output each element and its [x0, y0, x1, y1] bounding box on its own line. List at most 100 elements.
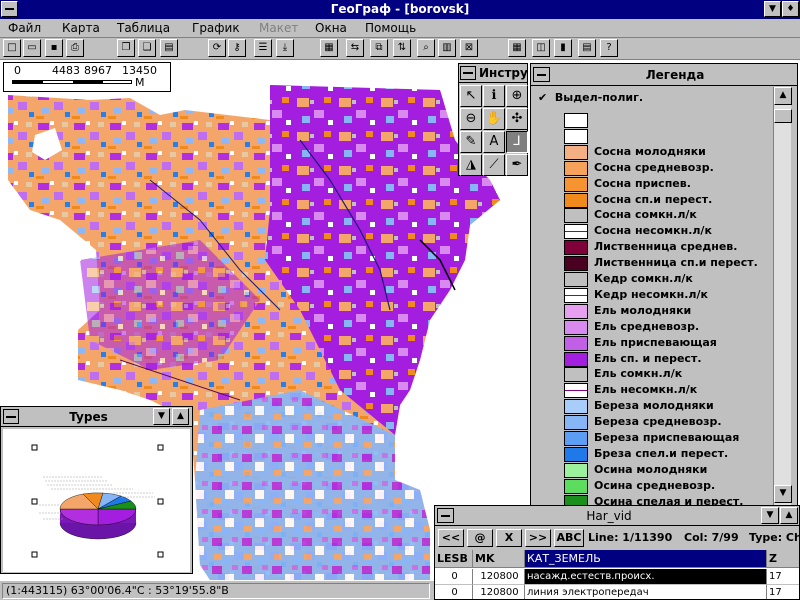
table-cell[interactable]: 120800 [473, 585, 525, 599]
delete-record-button[interactable]: X [496, 529, 522, 547]
menu-item-1[interactable]: Карта [62, 21, 100, 35]
legend-item[interactable]: Ель молодняки [564, 303, 769, 319]
palette-menu-icon[interactable] [460, 66, 476, 80]
types-maximize-button[interactable]: ▲ [172, 408, 189, 425]
bar-chart-icon[interactable]: ▮ [554, 39, 572, 57]
legend-item[interactable]: Ель приспевающая [564, 335, 769, 351]
print-icon[interactable]: ⎙ [66, 39, 84, 57]
merge-icon[interactable]: ⧉ [370, 39, 388, 57]
menu-item-0[interactable]: Файл [8, 21, 41, 35]
pie-chart-graphic[interactable] [3, 429, 190, 572]
menu-item-3[interactable]: График [192, 21, 240, 35]
minimize-button[interactable]: ▼ [764, 1, 781, 17]
text-mode-button[interactable]: ABC [554, 529, 584, 547]
legend-layer-header[interactable]: ✔ Выдел-полиг. [538, 91, 643, 104]
column-header[interactable]: КАТ_ЗЕМЕЛЬ [525, 550, 767, 568]
legend-scrollbar[interactable]: ▲ ▼ [773, 87, 792, 505]
column-header[interactable]: Z [767, 550, 799, 568]
table-cell[interactable]: 120800 [473, 569, 525, 585]
relation-icon[interactable]: ⇆ [346, 39, 364, 57]
measure-tool[interactable]: ⟋ [483, 154, 505, 176]
text-tool[interactable]: A [483, 131, 505, 153]
instruments-caption[interactable]: Инстру [459, 64, 528, 83]
table-delete-icon[interactable]: ⊠ [460, 39, 478, 57]
legend-item[interactable]: Сосна несомкн.л/к [564, 224, 769, 240]
legend-caption[interactable]: Легенда [531, 64, 797, 86]
legend-item[interactable]: Береза средневозр. [564, 415, 769, 431]
paste-icon[interactable]: ❏ [138, 39, 156, 57]
legend-item[interactable]: Ель средневозр. [564, 319, 769, 335]
pen-tool[interactable]: ✒ [506, 154, 528, 176]
zoom-extent-tool[interactable]: ✣ [506, 108, 528, 130]
edit-table-icon[interactable]: ▦ [320, 39, 338, 57]
list-icon[interactable]: ☰ [254, 39, 272, 57]
har-vid-maximize-button[interactable]: ▲ [780, 507, 798, 524]
info-tool[interactable]: ℹ [483, 85, 505, 107]
sort-icon[interactable]: ⇅ [393, 39, 411, 57]
legend-item[interactable]: Лиственница сп.и перест. [564, 256, 769, 272]
zoom-out-tool[interactable]: ⊖ [460, 108, 482, 130]
legend-item[interactable] [564, 113, 769, 128]
table-cell[interactable]: линия электропередач [525, 585, 767, 599]
legend-item[interactable]: Береза молодняки [564, 399, 769, 415]
legend-item[interactable]: Кедр несомкн.л/к [564, 287, 769, 303]
menu-item-2[interactable]: Таблица [117, 21, 170, 35]
legend-item[interactable]: Осина средневозр. [564, 478, 769, 494]
menu-item-5[interactable]: Окна [315, 21, 347, 35]
spreadsheet-icon[interactable]: ▦ [508, 39, 526, 57]
open-folder-icon[interactable]: ▭ [23, 39, 41, 57]
table-cell[interactable]: 0 [435, 585, 473, 599]
zoom-in-tool[interactable]: ⊕ [506, 85, 528, 107]
legend-item[interactable]: Сосна молодняки [564, 144, 769, 160]
legend-item[interactable]: Сосна средневозр. [564, 160, 769, 176]
legend-item[interactable]: Сосна приспев. [564, 176, 769, 192]
table-query-icon[interactable]: ▥ [438, 39, 456, 57]
import-icon[interactable]: ⤓ [276, 39, 294, 57]
legend-item[interactable]: Ель сп. и перест. [564, 351, 769, 367]
menu-item-6[interactable]: Помощь [365, 21, 416, 35]
pointer-tool[interactable]: ↖ [460, 85, 482, 107]
legend-item[interactable]: Осина молодняки [564, 462, 769, 478]
types-caption[interactable]: Types ▼ ▲ [1, 407, 192, 427]
legend-item[interactable]: Ель несомкн.л/к [564, 383, 769, 399]
last-record-button[interactable]: >> [525, 529, 551, 547]
map-legend-icon[interactable]: ◫ [532, 39, 550, 57]
legend-item[interactable]: Кедр сомкн.л/к [564, 272, 769, 287]
save-disk-icon[interactable]: ▪ [45, 39, 63, 57]
copy-map-icon[interactable]: ❐ [117, 39, 135, 57]
pan-hand-tool[interactable]: ✋ [483, 108, 505, 130]
legend-item[interactable]: Лиственница среднев. [564, 240, 769, 256]
column-header[interactable]: MK [473, 550, 525, 568]
draw-polyline-tool[interactable]: ✎ [460, 131, 482, 153]
legend-item[interactable]: Сосна сомкн.л/к [564, 208, 769, 224]
table-cell[interactable]: 0 [435, 569, 473, 585]
legend-item[interactable]: Осина спелая и перест. [564, 494, 769, 505]
restore-button[interactable]: ♦ [782, 1, 799, 17]
har-vid-menu-icon[interactable] [437, 508, 454, 523]
scroll-up-icon[interactable]: ▲ [774, 87, 792, 105]
legend-item[interactable]: Сосна сп.и перест. [564, 192, 769, 208]
binoculars-icon[interactable]: ⌕ [417, 39, 435, 57]
scroll-thumb[interactable] [774, 109, 792, 123]
label-tool[interactable]: ⅃ [506, 131, 528, 153]
table-cell[interactable]: насажд.естеств.происх. [525, 569, 767, 585]
new-file-icon[interactable]: □ [3, 39, 21, 57]
scroll-down-icon[interactable]: ▼ [774, 485, 792, 503]
column-header[interactable]: LESB [435, 550, 473, 568]
table-cell[interactable]: 17 [767, 585, 799, 599]
types-minimize-button[interactable]: ▼ [153, 408, 170, 425]
layers-icon[interactable]: ▤ [160, 39, 178, 57]
key-icon[interactable]: ⚷ [228, 39, 246, 57]
table-cell[interactable]: 17 [767, 569, 799, 585]
legend-item[interactable]: Ель сомкн.л/к [564, 367, 769, 383]
sync-icon[interactable]: ⟳ [208, 39, 226, 57]
legend-item[interactable]: Береза приспевающая [564, 431, 769, 446]
types-menu-icon[interactable] [3, 409, 19, 424]
report-icon[interactable]: ▤ [578, 39, 596, 57]
fill-tool[interactable]: ◮ [460, 154, 482, 176]
har-vid-caption[interactable]: Har_vid ▼ ▲ [435, 506, 799, 526]
goto-record-button[interactable]: @ [467, 529, 493, 547]
help-icon[interactable]: ? [600, 39, 618, 57]
har-vid-minimize-button[interactable]: ▼ [761, 507, 779, 524]
legend-item[interactable]: Бреза спел.и перест. [564, 446, 769, 462]
